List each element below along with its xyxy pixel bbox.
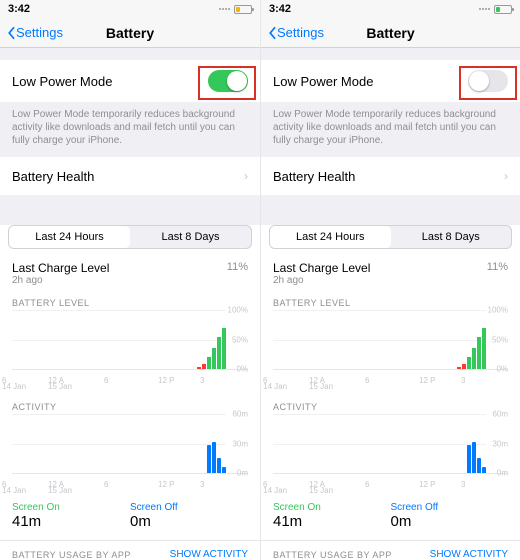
back-label: Settings (277, 25, 324, 40)
screen-on-label: Screen On (12, 502, 130, 513)
activity-chart: ACTIVITY 60m 30m 0m (0, 392, 260, 478)
time-range-segmented[interactable]: Last 24 Hours Last 8 Days (269, 225, 512, 249)
navbar: Settings Battery (261, 18, 520, 48)
page-title: Battery (366, 25, 414, 41)
screen-off-value: 0m (130, 513, 248, 530)
battery-level-label: BATTERY LEVEL (273, 298, 508, 308)
status-time: 3:42 (8, 3, 30, 15)
signal-dots-icon (479, 8, 490, 10)
battery-level-label: BATTERY LEVEL (12, 298, 248, 308)
status-bar: 3:42 (261, 0, 520, 18)
battery-health-row[interactable]: Battery Health › (0, 157, 260, 195)
usage-by-app-label: BATTERY USAGE BY APP (12, 550, 131, 560)
battery-level-chart: BATTERY LEVEL 100% 50% 0% (0, 294, 260, 374)
chevron-left-icon (6, 26, 16, 40)
x-axis-2: 6 12 A 6 12 P 3 14 Jan 15 Jan (0, 478, 260, 496)
battery-health-label: Battery Health (273, 169, 355, 184)
low-power-mode-row: Low Power Mode (261, 60, 520, 102)
page-title: Battery (106, 25, 154, 41)
last-charge-sub: 2h ago (273, 275, 370, 286)
last-charge-title: Last Charge Level (273, 261, 370, 275)
back-label: Settings (16, 25, 63, 40)
lpm-label: Low Power Mode (12, 74, 112, 89)
usage-by-app-label: BATTERY USAGE BY APP (273, 550, 392, 560)
seg-last-8d[interactable]: Last 8 Days (391, 226, 512, 248)
activity-chart: ACTIVITY 60m 30m 0m (261, 392, 520, 478)
seg-last-8d[interactable]: Last 8 Days (130, 226, 251, 248)
screen-off-label: Screen Off (130, 502, 248, 513)
last-charge-pct: 11% (487, 261, 508, 273)
status-bar: 3:42 (0, 0, 260, 18)
signal-dots-icon (219, 8, 230, 10)
last-charge-row: Last Charge Level 2h ago 11% (0, 257, 260, 294)
battery-health-label: Battery Health (12, 169, 94, 184)
back-button[interactable]: Settings (6, 25, 63, 40)
low-power-mode-row: Low Power Mode (0, 60, 260, 102)
last-charge-pct: 11% (227, 261, 248, 273)
usage-by-app-header: BATTERY USAGE BY APP SHOW ACTIVITY (0, 540, 260, 560)
screen-on-value: 41m (273, 513, 391, 530)
battery-level-chart: BATTERY LEVEL 100% 50% 0% (261, 294, 520, 374)
lpm-toggle[interactable] (208, 70, 248, 92)
screen-off-label: Screen Off (391, 502, 509, 513)
screen-on-value: 41m (12, 513, 130, 530)
battery-icon (494, 5, 512, 14)
x-axis: 6 12 A 6 12 P 3 14 Jan 15 Jan (261, 374, 520, 392)
screenshot-right: 3:42 Settings Battery Low Power Mode Low… (260, 0, 520, 560)
x-axis: 6 12 A 6 12 P 3 14 Jan 15 Jan (0, 374, 260, 392)
back-button[interactable]: Settings (267, 25, 324, 40)
chevron-left-icon (267, 26, 277, 40)
battery-health-row[interactable]: Battery Health › (261, 157, 520, 195)
navbar: Settings Battery (0, 18, 260, 48)
status-time: 3:42 (269, 3, 291, 15)
seg-last-24h[interactable]: Last 24 Hours (9, 226, 130, 248)
activity-label: ACTIVITY (12, 402, 248, 412)
lpm-description: Low Power Mode temporarily reduces backg… (0, 102, 260, 157)
usage-summary: Screen On 41m Screen Off 0m (0, 496, 260, 540)
last-charge-row: Last Charge Level 2h ago 11% (261, 257, 520, 294)
time-range-segmented[interactable]: Last 24 Hours Last 8 Days (8, 225, 252, 249)
battery-icon (234, 5, 252, 14)
chevron-right-icon: › (504, 169, 508, 183)
chevron-right-icon: › (244, 169, 248, 183)
seg-last-24h[interactable]: Last 24 Hours (270, 226, 391, 248)
screen-off-value: 0m (391, 513, 509, 530)
lpm-label: Low Power Mode (273, 74, 373, 89)
show-activity-button[interactable]: SHOW ACTIVITY (170, 549, 248, 560)
usage-summary: Screen On 41m Screen Off 0m (261, 496, 520, 540)
screenshot-left: 3:42 Settings Battery Low Power Mode Low… (0, 0, 260, 560)
last-charge-title: Last Charge Level (12, 261, 109, 275)
lpm-description: Low Power Mode temporarily reduces backg… (261, 102, 520, 157)
show-activity-button[interactable]: SHOW ACTIVITY (430, 549, 508, 560)
activity-label: ACTIVITY (273, 402, 508, 412)
lpm-toggle[interactable] (468, 70, 508, 92)
usage-by-app-header: BATTERY USAGE BY APP SHOW ACTIVITY (261, 540, 520, 560)
last-charge-sub: 2h ago (12, 275, 109, 286)
screen-on-label: Screen On (273, 502, 391, 513)
x-axis-2: 6 12 A 6 12 P 3 14 Jan 15 Jan (261, 478, 520, 496)
